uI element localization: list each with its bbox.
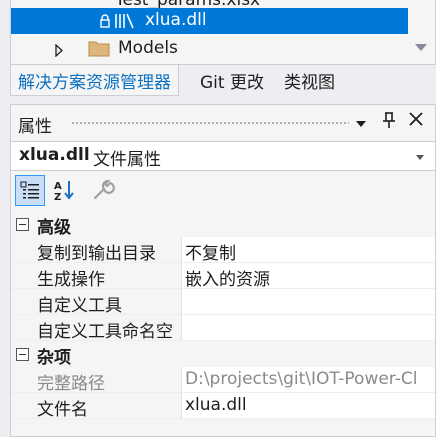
folder-icon bbox=[88, 39, 110, 62]
tab-class-view[interactable]: 类视图 bbox=[277, 65, 342, 96]
tree-item-label: Models bbox=[118, 38, 178, 58]
property-name: 复制到输出目录 bbox=[37, 244, 156, 264]
property-name: 自定义工具命名空 bbox=[37, 322, 173, 342]
vertical-scrollbar[interactable] bbox=[408, 0, 435, 64]
properties-titlebar[interactable]: 属性 bbox=[11, 105, 435, 141]
categorized-button[interactable] bbox=[15, 175, 45, 206]
scroll-down-icon[interactable] bbox=[415, 44, 427, 51]
object-type: 文件属性 bbox=[93, 150, 161, 170]
property-name: 完整路径 bbox=[37, 374, 105, 394]
tree-item-xlua-dll[interactable]: xlua.dll bbox=[11, 8, 408, 34]
svg-text:Z: Z bbox=[54, 192, 61, 201]
property-row[interactable]: 自定义工具命名空 bbox=[11, 315, 435, 342]
category-label: 杂项 bbox=[37, 348, 71, 368]
alphabetical-button[interactable]: AZ bbox=[50, 175, 80, 206]
svg-text:A: A bbox=[54, 181, 62, 192]
properties-toolbar: AZ bbox=[11, 171, 435, 211]
object-selector[interactable]: xlua.dll 文件属性 bbox=[11, 141, 435, 171]
property-row[interactable]: 文件名 xlua.dll bbox=[11, 393, 435, 420]
property-row[interactable]: 自定义工具 bbox=[11, 289, 435, 316]
tab-git-changes[interactable]: Git 更改 bbox=[193, 65, 271, 96]
collapse-icon[interactable] bbox=[16, 218, 29, 231]
window-menu-dropdown-icon[interactable] bbox=[351, 113, 371, 135]
property-value[interactable]: xlua.dll bbox=[181, 393, 435, 419]
tree-item-label: xlua.dll bbox=[145, 10, 207, 30]
expand-arrow-icon[interactable] bbox=[55, 42, 63, 62]
category-misc[interactable]: 杂项 bbox=[11, 341, 435, 368]
property-row[interactable]: 生成操作 嵌入的资源 bbox=[11, 263, 435, 290]
pin-icon[interactable] bbox=[379, 111, 399, 133]
reference-icon bbox=[114, 12, 136, 35]
tab-solution-explorer[interactable]: 解决方案资源管理器 bbox=[10, 65, 179, 96]
categorized-icon bbox=[20, 181, 40, 206]
close-icon[interactable] bbox=[406, 111, 426, 133]
collapse-icon[interactable] bbox=[16, 348, 29, 361]
property-value[interactable] bbox=[181, 289, 435, 315]
titlebar-grip[interactable] bbox=[71, 121, 349, 126]
property-pages-button[interactable] bbox=[89, 175, 119, 206]
property-name: 文件名 bbox=[37, 400, 88, 420]
property-row[interactable]: 复制到输出目录 不复制 bbox=[11, 237, 435, 264]
solution-explorer-tabs: 解决方案资源管理器 Git 更改 类视图 bbox=[10, 64, 436, 96]
property-row[interactable]: 完整路径 D:\projects\git\IOT-Power-Cl bbox=[11, 367, 435, 394]
category-label: 高级 bbox=[37, 218, 71, 238]
tree-item-models[interactable]: Models bbox=[11, 36, 408, 62]
property-value[interactable] bbox=[181, 315, 435, 341]
property-value[interactable]: D:\projects\git\IOT-Power-Cl bbox=[181, 367, 435, 393]
alphabetical-icon: AZ bbox=[53, 179, 77, 206]
property-value[interactable]: 不复制 bbox=[181, 237, 435, 263]
object-selector-dropdown-icon[interactable] bbox=[416, 155, 424, 160]
category-advanced[interactable]: 高级 bbox=[11, 211, 435, 238]
properties-title: 属性 bbox=[18, 117, 52, 137]
property-grid: 高级 复制到输出目录 不复制 生成操作 嵌入的资源 自定义工具 自定义工具命名空… bbox=[11, 211, 435, 420]
property-name: 生成操作 bbox=[37, 270, 105, 290]
wrench-icon bbox=[92, 179, 116, 206]
properties-window: 属性 xlua.dll 文件属性 AZ 高级 复制到输出目录 不复制 生成操作 … bbox=[10, 104, 436, 437]
property-name: 自定义工具 bbox=[37, 296, 122, 316]
solution-explorer-tree: Test_params.xlsx xlua.dll Models bbox=[10, 0, 436, 64]
object-name: xlua.dll bbox=[19, 145, 90, 165]
property-value[interactable]: 嵌入的资源 bbox=[181, 263, 435, 289]
lock-icon bbox=[100, 13, 110, 33]
